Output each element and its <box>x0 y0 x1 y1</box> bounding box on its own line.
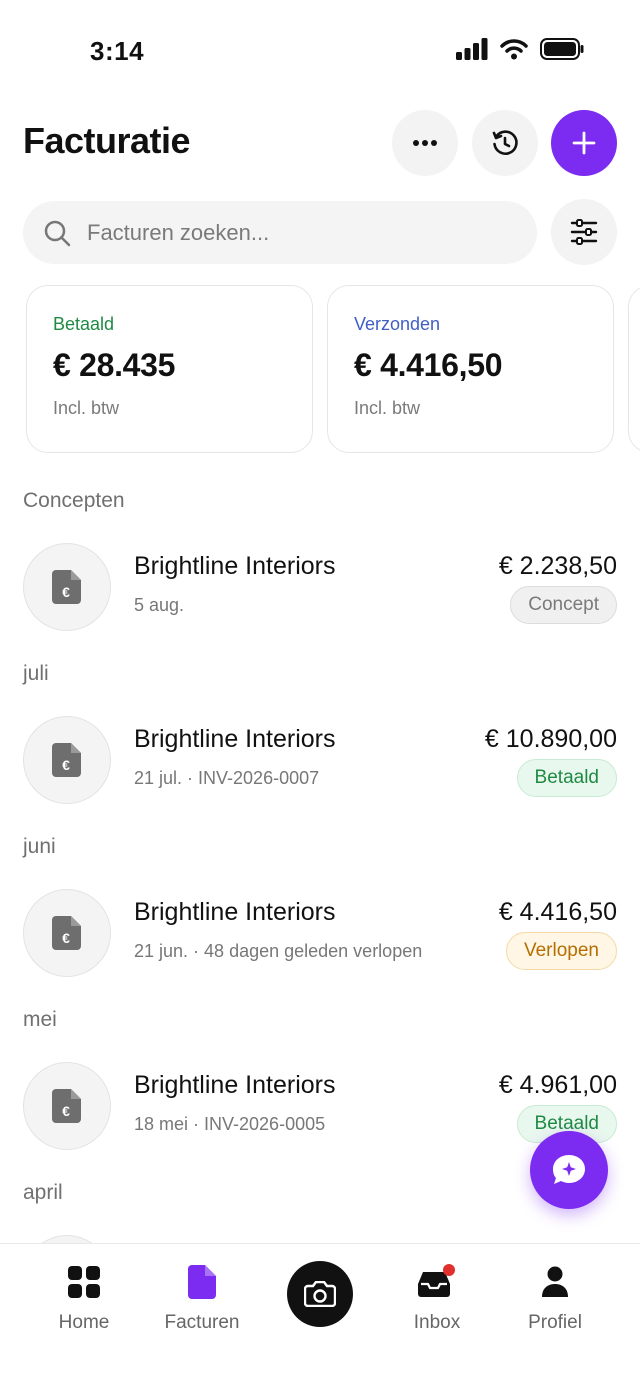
invoice-icon <box>188 1265 216 1299</box>
summary-card-partial[interactable] <box>628 285 640 453</box>
invoice-amount: € 10.890,00 <box>484 725 617 753</box>
signal-icon <box>456 38 488 60</box>
invoice-client: Brightline Interiors <box>134 1071 336 1099</box>
nav-label: Inbox <box>413 1312 461 1333</box>
nav-item-profiel[interactable]: Profiel <box>500 1262 610 1334</box>
status-badge: Betaald <box>516 759 617 797</box>
battery-icon <box>540 38 584 60</box>
invoice-euro-icon: € <box>52 570 81 604</box>
status-badge: Concept <box>510 586 617 624</box>
search-input[interactable] <box>87 219 507 246</box>
invoice-avatar: € <box>23 543 111 631</box>
history-icon <box>492 130 518 155</box>
invoice-row[interactable]: € Brightline Interiors 21 jul. · INV-202… <box>23 716 617 808</box>
camera-icon <box>304 1281 336 1307</box>
card-label: Betaald <box>53 314 115 334</box>
assistant-chat-icon <box>553 1155 585 1184</box>
invoice-client: Brightline Interiors <box>134 898 336 926</box>
summary-cards: Betaald € 28.435 Incl. btw Verzonden € 4… <box>26 285 640 455</box>
summary-card-sent[interactable]: Verzonden € 4.416,50 Incl. btw <box>327 285 614 453</box>
invoice-amount: € 4.961,00 <box>498 1071 617 1099</box>
invoice-avatar: € <box>23 1062 111 1150</box>
invoice-row[interactable]: € Brightline Interiors 18 mei · INV-2026… <box>23 1062 617 1154</box>
status-bar: 3:14 <box>0 0 640 100</box>
card-subtitle: Incl. btw <box>53 398 120 418</box>
filter-icon <box>570 219 598 245</box>
search-icon <box>44 220 71 246</box>
inbox-icon <box>418 1264 455 1297</box>
svg-text:€: € <box>62 930 70 946</box>
nav-item-inbox[interactable]: Inbox <box>382 1262 492 1334</box>
invoice-meta: 18 mei · INV-2026-0005 <box>134 1114 326 1134</box>
svg-text:€: € <box>62 584 70 600</box>
home-grid-icon <box>68 1266 100 1298</box>
invoice-meta: 5 aug. <box>134 595 185 615</box>
filter-button[interactable] <box>551 199 617 265</box>
nav-item-facturen[interactable]: Facturen <box>147 1262 257 1334</box>
status-time: 3:14 <box>90 36 145 66</box>
more-button[interactable] <box>392 110 458 176</box>
section-label-april: april <box>23 1181 63 1204</box>
search-bar[interactable] <box>23 201 537 264</box>
card-amount: € 28.435 <box>53 347 176 383</box>
invoice-amount: € 4.416,50 <box>498 898 617 926</box>
card-amount: € 4.416,50 <box>354 347 503 383</box>
nav-label: Home <box>58 1312 110 1333</box>
invoice-row[interactable]: € Brightline Interiors 21 jun. · 48 dage… <box>23 889 617 981</box>
bottom-nav: Home Facturen Inbox Profiel <box>0 1243 640 1391</box>
assistant-button[interactable] <box>530 1131 608 1209</box>
history-button[interactable] <box>472 110 538 176</box>
status-badge: Verlopen <box>505 932 617 970</box>
svg-text:€: € <box>62 1103 70 1119</box>
card-label: Verzonden <box>354 314 441 334</box>
invoice-row[interactable]: € Brightline Interiors 5 aug. € 2.238,50… <box>23 543 617 635</box>
invoice-client: Brightline Interiors <box>134 725 336 753</box>
status-icons <box>456 38 584 60</box>
card-subtitle: Incl. btw <box>354 398 421 418</box>
add-invoice-button[interactable] <box>551 110 617 176</box>
invoice-avatar: € <box>23 716 111 804</box>
wifi-icon <box>500 39 528 60</box>
invoice-avatar: € <box>23 889 111 977</box>
section-label-concepten: Concepten <box>23 489 125 512</box>
nav-label: Facturen <box>164 1312 240 1333</box>
section-label-juli: juli <box>23 662 49 685</box>
profile-icon <box>542 1266 568 1297</box>
invoice-euro-icon: € <box>52 1089 81 1123</box>
nav-item-home[interactable]: Home <box>29 1262 139 1334</box>
section-label-mei: mei <box>23 1008 57 1031</box>
invoice-client: Brightline Interiors <box>134 552 336 580</box>
invoice-amount: € 2.238,50 <box>498 552 617 580</box>
svg-text:€: € <box>62 757 70 773</box>
more-icon <box>413 140 437 146</box>
invoice-meta: 21 jul. · INV-2026-0007 <box>134 768 320 788</box>
page-title: Facturatie <box>23 120 191 161</box>
nav-label: Profiel <box>528 1312 582 1333</box>
invoice-euro-icon: € <box>52 916 81 950</box>
section-label-juni: juni <box>23 835 56 858</box>
summary-card-paid[interactable]: Betaald € 28.435 Incl. btw <box>26 285 313 453</box>
camera-button[interactable] <box>287 1261 353 1327</box>
invoice-euro-icon: € <box>52 743 81 777</box>
plus-icon <box>572 131 596 155</box>
invoice-meta: 21 jun. · 48 dagen geleden verlopen <box>134 941 423 961</box>
